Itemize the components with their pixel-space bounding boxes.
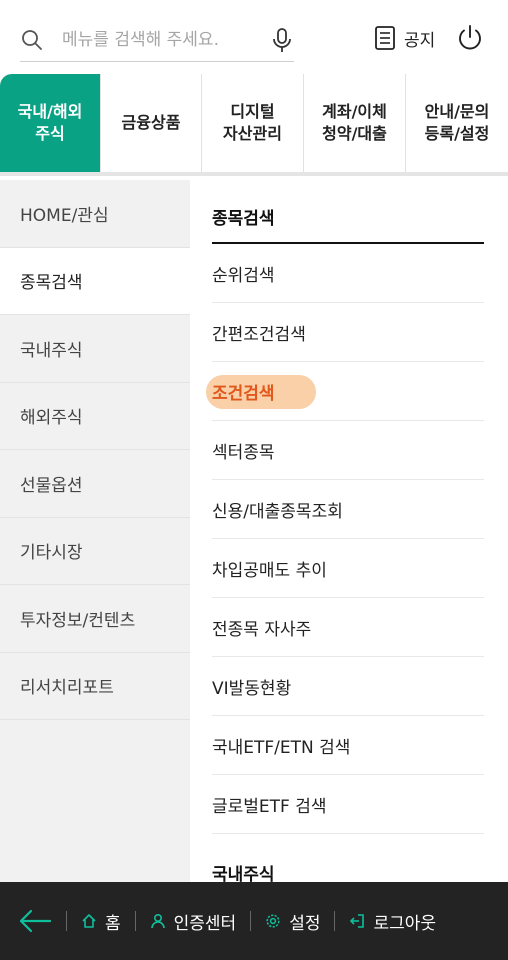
next-section-title: 국내주식: [212, 865, 275, 882]
sidebar-item-other-markets[interactable]: 기타시장: [0, 518, 190, 585]
notice-icon: [375, 26, 395, 50]
settings-button[interactable]: 설정: [265, 909, 320, 934]
sidebar-item-home[interactable]: HOME/관심: [0, 180, 190, 248]
section-title: 종목검색: [212, 209, 275, 229]
menu-item-vi-status[interactable]: VI발동현황: [212, 657, 484, 716]
search-bar[interactable]: [20, 18, 294, 62]
gear-icon: [266, 914, 280, 928]
logout-label: 로그아웃: [373, 913, 437, 934]
divider: [134, 911, 136, 931]
mic-icon[interactable]: [270, 27, 294, 53]
menu-item-condition-search[interactable]: 조건검색: [206, 362, 484, 421]
notice-button[interactable]: 공지: [374, 24, 435, 52]
tab-financial-products[interactable]: 금융상품: [101, 74, 202, 172]
sidebar-item-domestic-stock[interactable]: 국내주식: [0, 315, 190, 383]
notice-label: 공지: [404, 30, 436, 51]
divider: [66, 911, 67, 931]
sidebar-item-futures-options[interactable]: 선물옵션: [0, 450, 190, 518]
main-area: HOME/관심 종목검색 국내주식 해외주식 선물옵션 기타시장 투자정보/컨텐…: [0, 180, 508, 882]
menu-item-label: 신용/대출종목조회: [212, 501, 343, 522]
menu-item-label: 조건검색: [212, 383, 275, 404]
sidebar-item-overseas-stock[interactable]: 해외주식: [0, 383, 190, 450]
logout-icon: [350, 914, 365, 928]
menu-item-label: 차입공매도 추이: [212, 560, 327, 581]
divider: [334, 911, 336, 931]
menu-item-label: 국내ETF/ETN 검색: [212, 737, 351, 758]
menu-item-treasury-stock[interactable]: 전종목 자사주: [212, 598, 484, 657]
sidebar-item-stock-search[interactable]: 종목검색: [0, 247, 190, 315]
bottom-nav: 홈 인증센터 설정 로그아웃: [0, 882, 508, 960]
category-tabs: 국내/해외 주식 금융상품 디지털 자산관리 계좌/이체 청약/대출 안내/문의…: [0, 74, 508, 176]
menu-item-rank-search[interactable]: 순위검색: [212, 244, 484, 303]
auth-center-label: 인증센터: [173, 913, 237, 934]
menu-item-domestic-etf-search[interactable]: 국내ETF/ETN 검색: [212, 716, 484, 775]
menu-item-sector-stocks[interactable]: 섹터종목: [212, 421, 484, 480]
tab-guide-settings[interactable]: 안내/문의 등록/설정: [406, 74, 508, 172]
menu-item-label: 간편조건검색: [212, 324, 306, 345]
home-label: 홈: [105, 913, 121, 934]
auth-center-button[interactable]: 인증센터: [150, 909, 237, 934]
menu-item-label: 섹터종목: [212, 442, 275, 463]
menu-item-simple-condition-search[interactable]: 간편조건검색: [212, 303, 484, 362]
search-icon[interactable]: [20, 28, 44, 52]
menu-item-label: 순위검색: [212, 265, 275, 286]
menu-item-short-selling-trend[interactable]: 차입공매도 추이: [212, 539, 484, 598]
back-arrow-icon[interactable]: [18, 909, 52, 933]
menu-item-label: 글로벌ETF 검색: [212, 796, 327, 817]
menu-item-label: VI발동현황: [212, 678, 292, 699]
tab-account-transfer[interactable]: 계좌/이체 청약/대출: [304, 74, 406, 172]
content-panel: 종목검색 순위검색 간편조건검색 조건검색 섹터종목 신용/대출종목조회 차입공…: [190, 180, 508, 882]
sidebar: HOME/관심 종목검색 국내주식 해외주식 선물옵션 기타시장 투자정보/컨텐…: [0, 180, 190, 882]
top-bar: 공지: [0, 0, 508, 74]
tab-domestic-overseas-stock[interactable]: 국내/해외 주식: [0, 74, 101, 172]
menu-item-global-etf-search[interactable]: 글로벌ETF 검색: [212, 775, 484, 834]
power-icon[interactable]: [456, 24, 484, 52]
sidebar-item-investment-info[interactable]: 투자정보/컨텐츠: [0, 585, 190, 653]
home-button[interactable]: 홈: [81, 909, 121, 934]
menu-item-credit-loan-stocks[interactable]: 신용/대출종목조회: [212, 480, 484, 539]
divider: [250, 911, 252, 931]
logout-button[interactable]: 로그아웃: [349, 909, 436, 934]
tab-digital-asset-management[interactable]: 디지털 자산관리: [202, 74, 304, 172]
search-input[interactable]: [62, 29, 252, 50]
person-icon: [150, 913, 165, 929]
settings-label: 설정: [289, 913, 321, 934]
menu-item-label: 전종목 자사주: [212, 619, 312, 640]
menu-list: 순위검색 간편조건검색 조건검색 섹터종목 신용/대출종목조회 차입공매도 추이…: [206, 244, 484, 834]
home-icon: [82, 914, 96, 928]
sidebar-item-research-report[interactable]: 리서치리포트: [0, 653, 190, 720]
